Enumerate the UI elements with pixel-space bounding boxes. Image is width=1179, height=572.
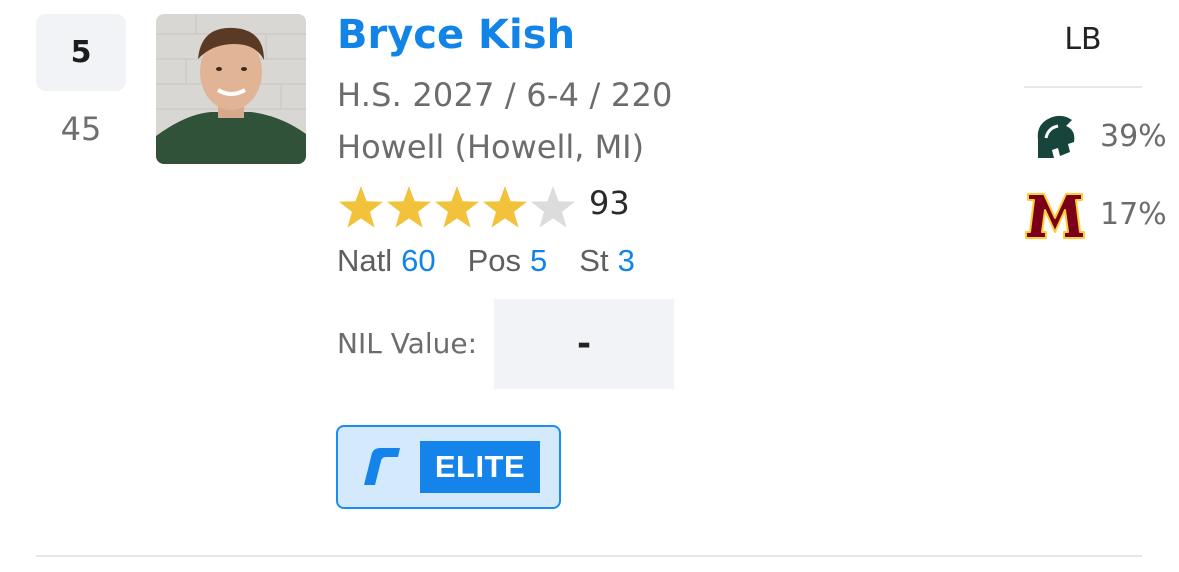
prediction-percent: 17%	[1100, 196, 1167, 232]
star-empty-icon	[531, 186, 575, 228]
elite-label: ELITE	[420, 441, 540, 493]
ranking-row: Natl 60 Pos 5 St 3	[337, 243, 667, 279]
national-rank-link[interactable]: 60	[401, 243, 435, 279]
position-rank-link[interactable]: 5	[530, 243, 547, 279]
rating-score: 93	[589, 184, 630, 222]
national-rank-label: Natl	[337, 243, 393, 278]
divider	[1024, 86, 1142, 88]
star-filled-icon	[483, 186, 527, 228]
row-divider	[36, 555, 1142, 557]
player-details: H.S. 2027 / 6-4 / 220	[337, 76, 673, 114]
nil-label: NIL Value:	[337, 327, 478, 360]
prediction-row[interactable]: 39%	[1024, 110, 1167, 162]
star-filled-icon	[387, 186, 431, 228]
nil-value-box: -	[494, 299, 674, 389]
prediction-row[interactable]: 17%	[1024, 188, 1167, 240]
previous-rank: 45	[60, 110, 102, 148]
star-filled-icon	[339, 186, 383, 228]
star-filled-icon	[435, 186, 479, 228]
position-label: LB	[1064, 22, 1102, 57]
rivals-r-icon	[364, 448, 400, 485]
state-rank-link[interactable]: 3	[618, 243, 635, 279]
michigan-state-spartan-icon	[1037, 115, 1075, 158]
player-name-link[interactable]: Bryce Kish	[337, 12, 575, 58]
prediction-percent: 39%	[1100, 118, 1167, 154]
position-rank-label: Pos	[467, 243, 522, 278]
minnesota-m-icon	[1025, 193, 1085, 239]
nil-value: -	[576, 324, 592, 364]
state-rank-label: St	[579, 243, 609, 278]
player-school: Howell (Howell, MI)	[337, 128, 645, 166]
elite-badge[interactable]: ELITE	[336, 425, 561, 509]
star-rating	[337, 184, 577, 230]
rank-number: 5	[70, 35, 92, 70]
player-photo[interactable]	[156, 14, 306, 164]
rank-box: 5	[36, 14, 126, 91]
player-photo-image	[156, 14, 306, 164]
